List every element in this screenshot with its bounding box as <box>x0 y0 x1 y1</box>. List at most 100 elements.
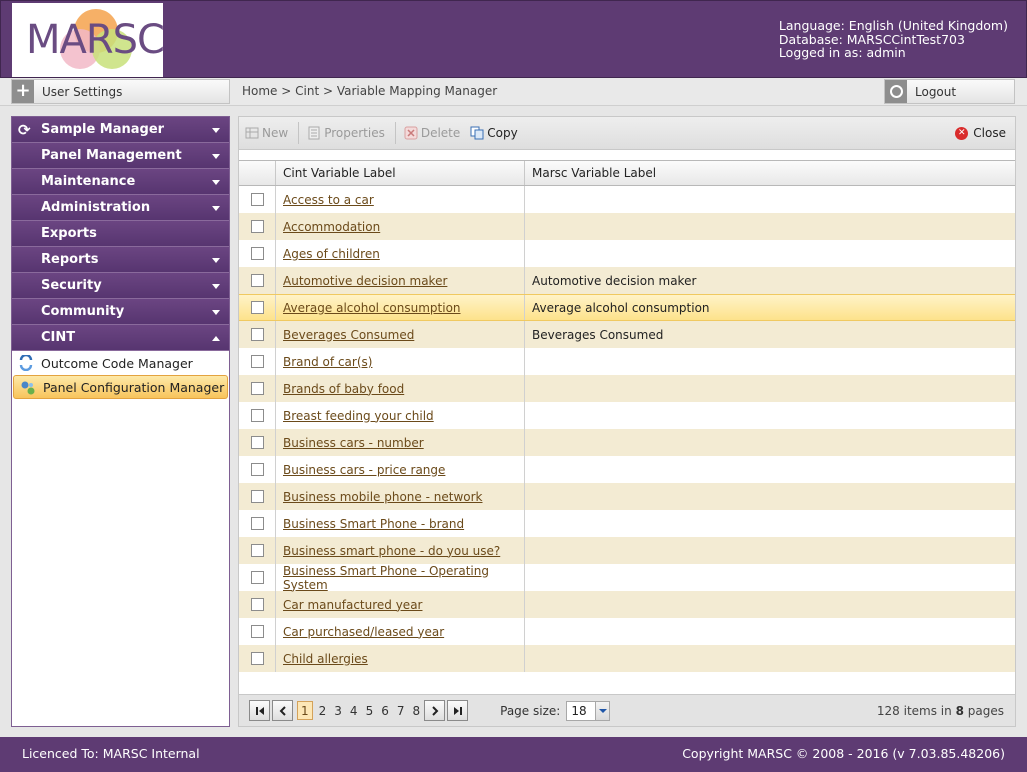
sidebar-item-cint[interactable]: CINT <box>12 325 229 351</box>
cint-variable-link[interactable]: Breast feeding your child <box>283 409 434 423</box>
table-row[interactable]: Brand of car(s) <box>239 348 1015 375</box>
table-row[interactable]: Brands of baby food <box>239 375 1015 402</box>
user-settings-button[interactable]: + User Settings <box>11 79 230 104</box>
chevron-down-icon <box>212 154 220 159</box>
cint-variable-link[interactable]: Business mobile phone - network <box>283 490 483 504</box>
sidebar-item-administration[interactable]: Administration <box>12 195 229 221</box>
row-checkbox[interactable] <box>250 625 264 638</box>
cint-variable-link[interactable]: Automotive decision maker <box>283 274 447 288</box>
sidebar-subitem-outcome-code-manager[interactable]: Outcome Code Manager <box>12 351 229 375</box>
sidebar-subitem-panel-configuration-manager[interactable]: Panel Configuration Manager <box>13 375 228 399</box>
chevron-down-icon <box>212 258 220 263</box>
copy-button[interactable]: Copy <box>470 126 518 140</box>
sidebar-item-panel-management[interactable]: Panel Management <box>12 143 229 169</box>
table-row[interactable]: Business Smart Phone - brand <box>239 510 1015 537</box>
cint-variable-link[interactable]: Ages of children <box>283 247 380 261</box>
new-button[interactable]: New <box>245 126 288 140</box>
table-row[interactable]: Car manufactured year <box>239 591 1015 618</box>
table-row[interactable]: Accommodation <box>239 213 1015 240</box>
table-row[interactable]: Beverages Consumed Beverages Consumed <box>239 321 1015 348</box>
row-select-cell <box>239 483 276 510</box>
cint-variable-link[interactable]: Brands of baby food <box>283 382 404 396</box>
row-checkbox[interactable] <box>250 652 264 665</box>
properties-button[interactable]: Properties <box>307 126 385 140</box>
row-checkbox[interactable] <box>250 247 264 260</box>
table-row[interactable]: Business cars - price range <box>239 456 1015 483</box>
page-link[interactable]: 5 <box>366 704 374 718</box>
cint-variable-link[interactable]: Average alcohol consumption <box>283 301 461 315</box>
row-checkbox[interactable] <box>250 544 264 557</box>
table-row[interactable]: Business mobile phone - network <box>239 483 1015 510</box>
cint-variable-link[interactable]: Car manufactured year <box>283 598 422 612</box>
sidebar-item-exports[interactable]: Exports <box>12 221 229 247</box>
logout-button[interactable]: Logout <box>884 79 1015 104</box>
page-link[interactable]: 7 <box>397 704 405 718</box>
table-row[interactable]: Child allergies <box>239 645 1015 672</box>
table-row[interactable]: Average alcohol consumption Average alcoh… <box>239 294 1015 321</box>
sidebar-item-maintenance[interactable]: Maintenance <box>12 169 229 195</box>
page-link[interactable]: 8 <box>412 704 420 718</box>
grid-header: Cint Variable Label Marsc Variable Label <box>239 160 1015 186</box>
first-page-button[interactable] <box>249 700 270 721</box>
row-checkbox[interactable] <box>250 274 264 287</box>
sidebar-item-reports[interactable]: Reports <box>12 247 229 273</box>
cint-variable-link[interactable]: Accommodation <box>283 220 380 234</box>
marsc-logo: MARSC <box>12 3 163 77</box>
row-checkbox[interactable] <box>250 436 264 449</box>
row-checkbox[interactable] <box>250 409 264 422</box>
table-row[interactable]: Access to a car <box>239 186 1015 213</box>
cint-variable-link[interactable]: Business cars - price range <box>283 463 445 477</box>
page-link[interactable]: 2 <box>319 704 327 718</box>
row-checkbox[interactable] <box>250 571 264 584</box>
delete-button[interactable]: Delete <box>404 126 460 140</box>
row-checkbox[interactable] <box>250 301 264 314</box>
cint-label-cell: Breast feeding your child <box>276 402 525 429</box>
marsc-label-cell <box>525 510 1015 537</box>
column-header-marsc[interactable]: Marsc Variable Label <box>525 161 1015 185</box>
table-row[interactable]: Business smart phone - do you use? <box>239 537 1015 564</box>
row-checkbox[interactable] <box>250 382 264 395</box>
page-link[interactable]: 1 <box>297 701 313 720</box>
row-checkbox[interactable] <box>250 355 264 368</box>
row-checkbox[interactable] <box>250 517 264 530</box>
table-row[interactable]: Ages of children <box>239 240 1015 267</box>
page-link[interactable]: 3 <box>334 704 342 718</box>
next-page-button[interactable] <box>424 700 446 721</box>
cint-label-cell: Car purchased/leased year <box>276 618 525 645</box>
sidebar-item-community[interactable]: Community <box>12 299 229 325</box>
page-link[interactable]: 4 <box>350 704 358 718</box>
page-link[interactable]: 6 <box>381 704 389 718</box>
cint-variable-link[interactable]: Child allergies <box>283 652 368 666</box>
table-row[interactable]: Business cars - number <box>239 429 1015 456</box>
cint-variable-link[interactable]: Car purchased/leased year <box>283 625 444 639</box>
table-row[interactable]: Business Smart Phone - Operating System <box>239 564 1015 592</box>
marsc-label-cell <box>525 618 1015 645</box>
page-size-select[interactable]: 18 <box>566 700 611 721</box>
row-checkbox[interactable] <box>250 490 264 503</box>
table-row[interactable]: Automotive decision maker Automotive deci… <box>239 267 1015 294</box>
delete-icon <box>404 126 418 140</box>
cint-variable-link[interactable]: Business Smart Phone - brand <box>283 517 464 531</box>
table-row[interactable]: Breast feeding your child <box>239 402 1015 429</box>
row-checkbox[interactable] <box>250 328 264 341</box>
cint-variable-link[interactable]: Brand of car(s) <box>283 355 372 369</box>
column-header-cint[interactable]: Cint Variable Label <box>276 161 525 185</box>
sidebar-item-security[interactable]: Security <box>12 273 229 299</box>
prev-page-button[interactable] <box>272 700 293 721</box>
close-button[interactable]: ✕ Close <box>955 126 1006 140</box>
cint-variable-link[interactable]: Beverages Consumed <box>283 328 414 342</box>
cint-variable-link[interactable]: Business Smart Phone - Operating System <box>283 564 524 592</box>
cint-variable-link[interactable]: Business cars - number <box>283 436 424 450</box>
row-checkbox[interactable] <box>250 598 264 611</box>
row-checkbox[interactable] <box>250 193 264 206</box>
row-checkbox[interactable] <box>250 463 264 476</box>
last-page-button[interactable] <box>447 700 469 721</box>
row-select-cell <box>239 429 276 456</box>
sidebar-item-sample-manager[interactable]: ⟳ Sample Manager <box>12 117 229 143</box>
cint-variable-link[interactable]: Business smart phone - do you use? <box>283 544 500 558</box>
table-row[interactable]: Car purchased/leased year <box>239 618 1015 645</box>
row-checkbox[interactable] <box>250 220 264 233</box>
row-select-cell <box>239 456 276 483</box>
cint-label-cell: Car manufactured year <box>276 591 525 618</box>
cint-variable-link[interactable]: Access to a car <box>283 193 374 207</box>
